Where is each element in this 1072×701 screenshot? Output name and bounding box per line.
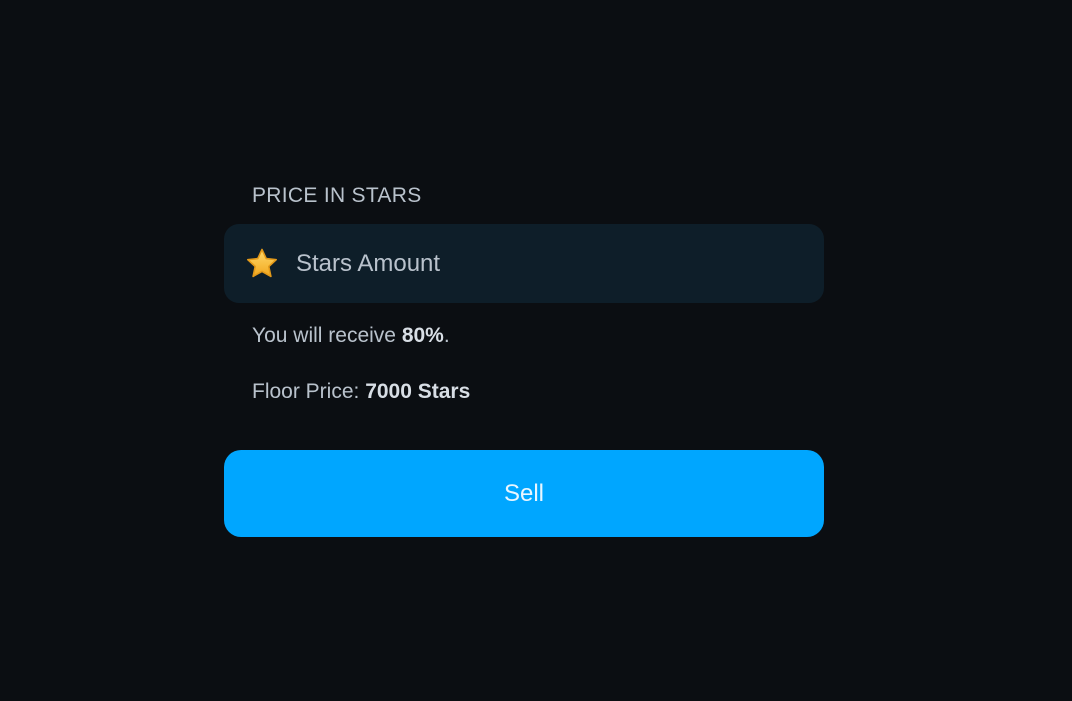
price-section-label: PRICE IN STARS <box>252 184 422 207</box>
receive-suffix: . <box>443 324 450 347</box>
star-icon <box>245 247 279 281</box>
sell-panel: PRICE IN STARS You will receive 80%. Flo… <box>224 183 824 537</box>
receive-prefix: You will receive <box>252 324 402 347</box>
floor-price-value: 7000 Stars <box>365 380 471 403</box>
stars-amount-field[interactable] <box>224 224 824 303</box>
receive-info: You will receive 80%. <box>252 323 824 349</box>
receive-percent: 80% <box>401 324 444 347</box>
floor-price-prefix: Floor Price: <box>252 380 366 403</box>
floor-price-info: Floor Price: 7000 Stars <box>252 379 824 405</box>
stars-amount-input[interactable] <box>296 243 824 284</box>
sell-button[interactable]: Sell <box>224 450 824 537</box>
